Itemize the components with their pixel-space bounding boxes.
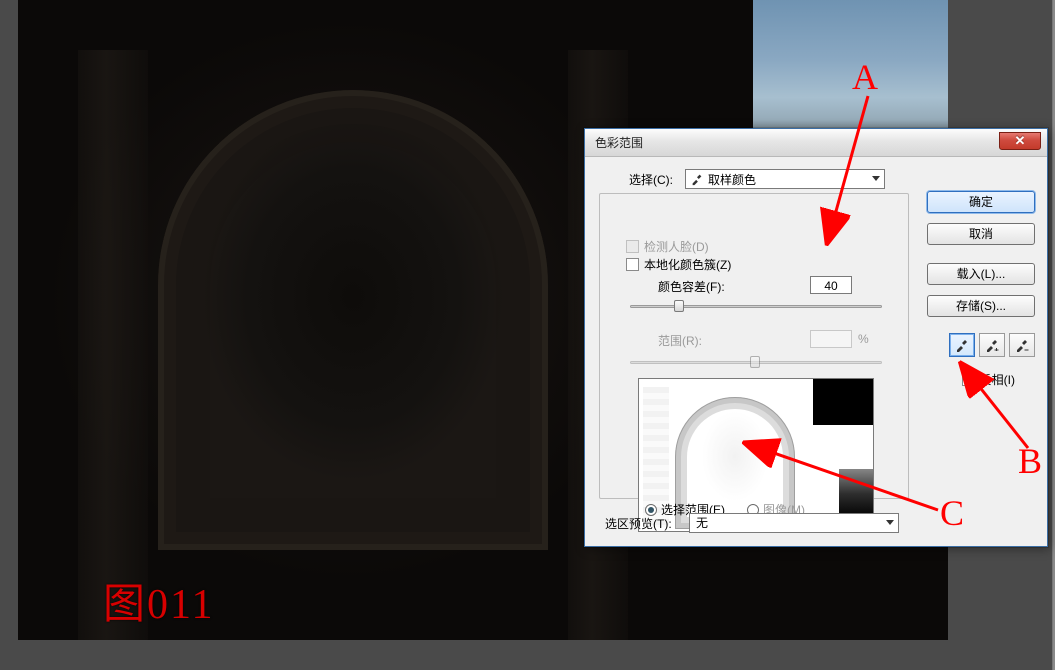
cancel-button[interactable]: 取消 bbox=[927, 223, 1035, 245]
select-row: 选择(C): bbox=[629, 171, 679, 188]
options-group: 检测人脸(D) 本地化颜色簇(Z) 颜色容差(F): 40 范围(R): % bbox=[599, 193, 909, 499]
close-icon: ✕ bbox=[1015, 133, 1026, 148]
dialog-body: 选择(C): 取样颜色 检测人脸(D) 本地化颜色簇(Z) 颜色容差(F): 4… bbox=[585, 157, 1047, 546]
eyedropper-minus-icon bbox=[1014, 337, 1030, 353]
fuzziness-label: 颜色容差(F): bbox=[658, 278, 725, 295]
localized-row: 本地化颜色簇(Z) bbox=[626, 256, 731, 273]
fuzziness-input[interactable]: 40 bbox=[810, 276, 852, 294]
eyedropper-icon bbox=[954, 337, 970, 353]
save-button[interactable]: 存储(S)... bbox=[927, 295, 1035, 317]
arch bbox=[158, 90, 548, 550]
range-slider bbox=[630, 356, 882, 370]
range-label: 范围(R): bbox=[658, 332, 702, 349]
invert-label: 反相(I) bbox=[980, 371, 1015, 388]
dialog-title: 色彩范围 bbox=[595, 134, 643, 151]
selection-preview-row: 选区预览(T): bbox=[605, 515, 672, 532]
slider-thumb bbox=[750, 356, 760, 368]
fuzziness-slider[interactable] bbox=[630, 300, 882, 314]
button-column: 确定 取消 载入(L)... 存储(S)... bbox=[927, 191, 1035, 327]
detect-faces-row: 检测人脸(D) bbox=[626, 238, 709, 255]
invert-row: 反相(I) bbox=[962, 371, 1015, 388]
eyedropper-add[interactable] bbox=[979, 333, 1005, 357]
detect-faces-checkbox bbox=[626, 240, 639, 253]
pillar-left bbox=[78, 50, 148, 640]
select-dropdown[interactable]: 取样颜色 bbox=[685, 169, 885, 189]
figure-caption: 图011 bbox=[103, 570, 214, 631]
eyedropper-subtract[interactable] bbox=[1009, 333, 1035, 357]
selection-preview-dropdown[interactable]: 无 bbox=[689, 513, 899, 533]
eyedropper-icon bbox=[690, 172, 704, 186]
select-value: 取样颜色 bbox=[708, 171, 756, 188]
localized-label: 本地化颜色簇(Z) bbox=[644, 256, 731, 273]
fuzziness-row: 颜色容差(F): bbox=[658, 278, 725, 295]
eyedropper-tools bbox=[949, 333, 1035, 357]
invert-checkbox[interactable] bbox=[962, 373, 975, 386]
localized-checkbox[interactable] bbox=[626, 258, 639, 271]
color-range-dialog: 色彩范围 ✕ 选择(C): 取样颜色 检测人脸(D) 本地化颜色簇(Z) bbox=[584, 128, 1048, 547]
slider-thumb[interactable] bbox=[674, 300, 684, 312]
eyedropper-plus-icon bbox=[984, 337, 1000, 353]
ok-button[interactable]: 确定 bbox=[927, 191, 1035, 213]
dialog-titlebar[interactable]: 色彩范围 ✕ bbox=[585, 129, 1047, 157]
close-button[interactable]: ✕ bbox=[999, 132, 1041, 150]
percent-label: % bbox=[858, 332, 869, 346]
range-input bbox=[810, 330, 852, 348]
selection-preview-value: 无 bbox=[696, 516, 708, 530]
eyedropper-sample[interactable] bbox=[949, 333, 975, 357]
chevron-down-icon bbox=[872, 176, 880, 181]
load-button[interactable]: 载入(L)... bbox=[927, 263, 1035, 285]
range-row: 范围(R): bbox=[658, 332, 702, 349]
preview-dark-top bbox=[813, 379, 873, 425]
slider-track bbox=[630, 305, 882, 308]
chevron-down-icon bbox=[886, 520, 894, 525]
select-label: 选择(C): bbox=[629, 171, 673, 188]
radio-selection[interactable] bbox=[645, 504, 657, 516]
selection-preview-label: 选区预览(T): bbox=[605, 515, 672, 532]
detect-faces-label: 检测人脸(D) bbox=[644, 238, 709, 255]
